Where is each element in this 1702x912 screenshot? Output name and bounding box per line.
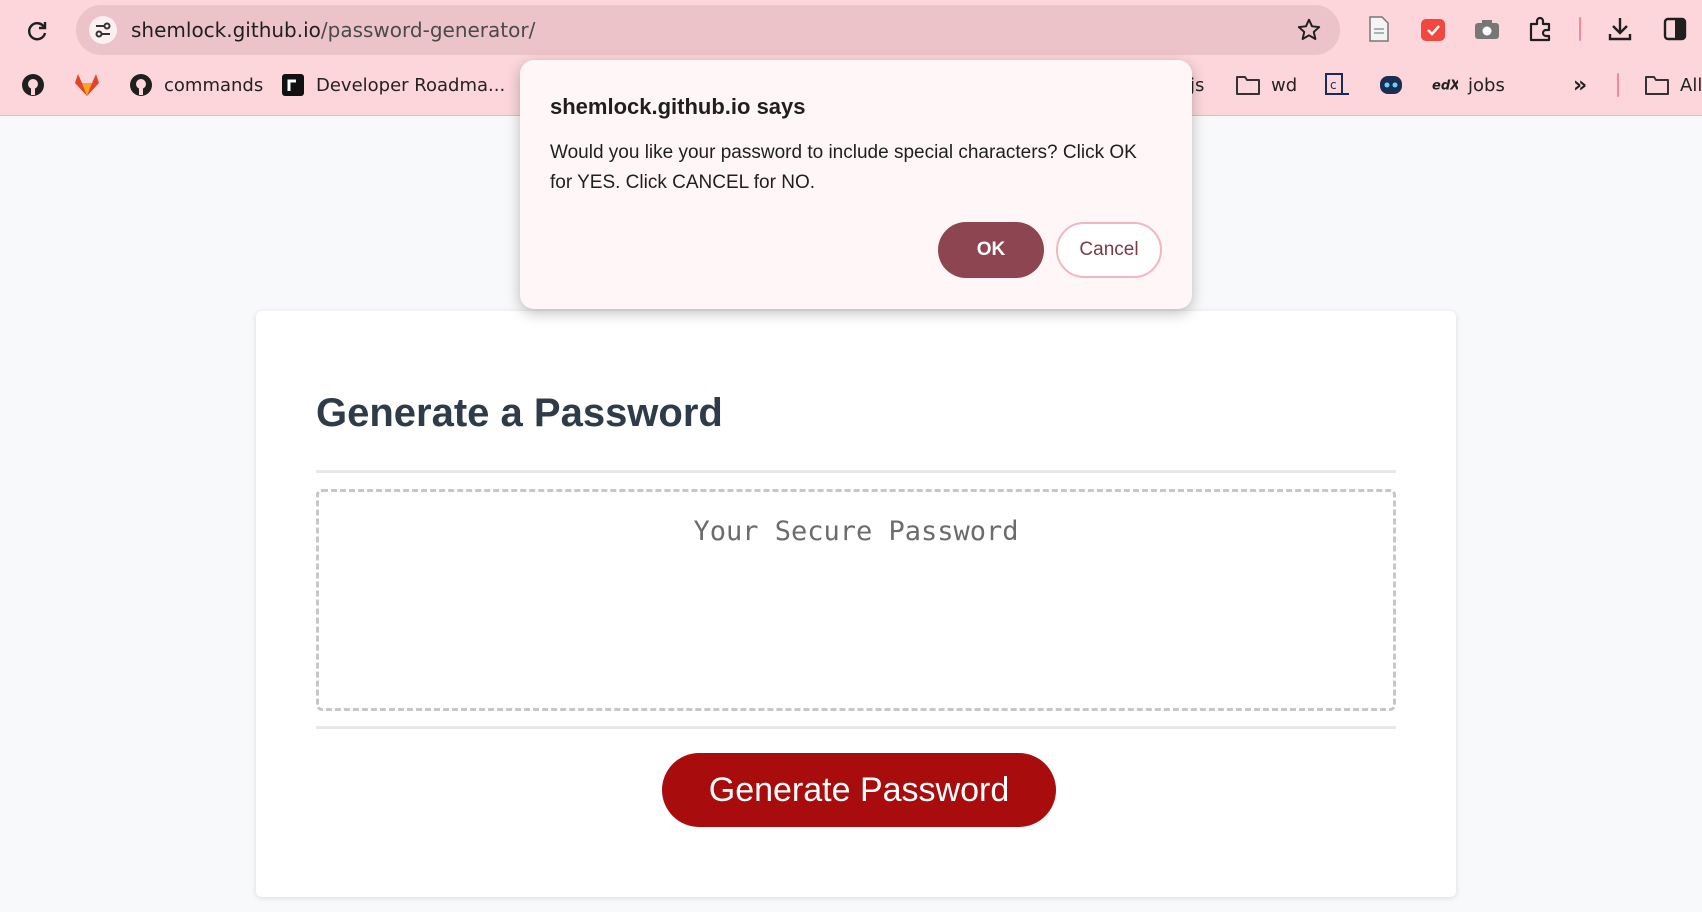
url-text: shemlock.github.io/password-generator/: [131, 18, 535, 42]
password-output-box: [316, 489, 1396, 711]
bookmark-all-bookmarks[interactable]: All: [1644, 72, 1702, 98]
more-bookmarks-chevron-icon[interactable]: »: [1573, 72, 1587, 98]
github-icon: [128, 72, 154, 98]
bookmark-wd[interactable]: wd: [1235, 72, 1297, 98]
password-generator-card: Generate a Password Generate Password: [256, 311, 1456, 897]
footer-divider: [316, 726, 1396, 729]
download-icon[interactable]: [1605, 14, 1635, 44]
bookmark-label: commands: [164, 74, 264, 96]
ok-button[interactable]: OK: [938, 222, 1044, 278]
dialog-title: shemlock.github.io says: [550, 94, 806, 119]
bookmark-star-icon[interactable]: [1296, 17, 1322, 43]
url-path: /password-generator/: [320, 18, 536, 42]
camera-extension-icon[interactable]: [1472, 14, 1502, 44]
bookmark-commands[interactable]: commands: [128, 72, 263, 98]
dialog-message: Would you like your password to include …: [550, 142, 1137, 193]
side-panel-icon[interactable]: [1660, 14, 1690, 44]
page-title: Generate a Password: [316, 391, 723, 435]
generate-password-button[interactable]: Generate Password: [662, 753, 1056, 827]
toolbar-separator: [1579, 17, 1581, 41]
codecademy-icon: c: [1324, 72, 1350, 98]
bookmark-js[interactable]: js: [1190, 72, 1204, 98]
confirm-dialog: shemlock.github.io says Would you like y…: [520, 60, 1192, 309]
header-divider: [316, 470, 1396, 473]
bookmark-bot[interactable]: [1378, 72, 1404, 98]
bookmark-codecademy[interactable]: c: [1324, 72, 1350, 98]
url-host: shemlock.github.io: [131, 18, 321, 42]
svg-text:edX: edX: [1432, 79, 1458, 94]
gitlab-icon: [74, 72, 100, 98]
extensions-puzzle-icon[interactable]: [1526, 14, 1556, 44]
bookmark-label: All: [1680, 74, 1702, 96]
bookmark-developer-roadmap[interactable]: Developer Roadma...: [280, 72, 505, 98]
reload-icon[interactable]: [20, 14, 54, 48]
bookmark-label: js: [1190, 74, 1205, 96]
bookmark-label: Developer Roadma...: [316, 74, 506, 96]
password-output[interactable]: [319, 492, 1393, 708]
folder-icon: [1235, 72, 1261, 98]
bookmark-label: jobs: [1468, 74, 1505, 96]
bot-icon: [1378, 72, 1404, 98]
site-info-icon[interactable]: [89, 16, 117, 44]
bookmark-label: wd: [1271, 74, 1298, 96]
double-chevron-glyph: »: [1573, 72, 1588, 98]
cancel-button[interactable]: Cancel: [1056, 222, 1162, 278]
roadmap-icon: [280, 72, 306, 98]
address-bar[interactable]: shemlock.github.io/password-generator/: [76, 5, 1340, 55]
bookmark-jobs[interactable]: edX jobs: [1432, 72, 1505, 98]
folder-icon: [1644, 72, 1670, 98]
bookmarks-separator: [1617, 73, 1619, 97]
github-icon: [20, 72, 46, 98]
svg-text:c: c: [1330, 78, 1337, 92]
document-extension-icon[interactable]: [1364, 14, 1394, 44]
bookmark-gitlab[interactable]: [74, 72, 100, 98]
bookmark-github[interactable]: [20, 72, 46, 98]
calendar-extension-icon[interactable]: [1418, 14, 1448, 44]
edx-icon: edX: [1432, 72, 1458, 98]
